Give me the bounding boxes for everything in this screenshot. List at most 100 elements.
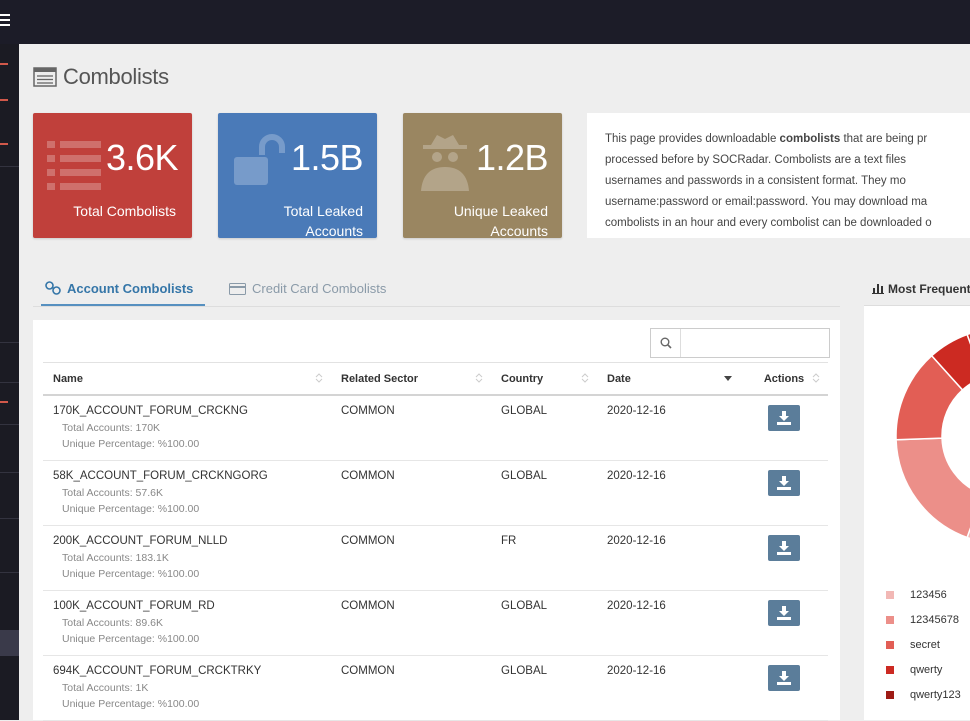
search-box <box>650 328 830 358</box>
total-accounts: Total Accounts: 1K <box>62 682 149 694</box>
legend-label: secret <box>910 638 940 651</box>
info-line: This page provides downloadable combolis… <box>605 129 970 150</box>
stat-label-line: Total Leaked <box>283 203 363 219</box>
list-icon <box>33 67 57 87</box>
table-row: 170K_ACCOUNT_FORUM_CRCKNG Total Accounts… <box>43 395 828 461</box>
table-row: 694K_ACCOUNT_FORUM_CRCKTRKY Total Accoun… <box>43 655 828 721</box>
legend-swatch <box>886 665 894 674</box>
info-line: combolists in an hour and every combolis… <box>605 217 932 229</box>
bar-chart-icon <box>872 284 884 294</box>
stat-label: Unique Leaked Accounts <box>454 201 548 238</box>
cell-actions <box>740 395 828 461</box>
column-header-actions[interactable]: Actions <box>740 362 828 396</box>
column-header-date[interactable]: Date <box>597 362 740 396</box>
column-label: Name <box>53 372 83 385</box>
cell-date: 2020-12-16 <box>597 460 740 526</box>
legend-item[interactable]: qwerty123 <box>886 682 961 707</box>
tab-account-combolists[interactable]: Account Combolists <box>41 272 206 306</box>
total-accounts: Total Accounts: 183.1K <box>62 552 169 564</box>
table-row: 58K_ACCOUNT_FORUM_CRCKNGORG Total Accoun… <box>43 460 828 526</box>
total-accounts: Total Accounts: 57.6K <box>62 487 163 499</box>
download-button[interactable] <box>768 535 800 561</box>
cell-date: 2020-12-16 <box>597 525 740 591</box>
download-button[interactable] <box>768 405 800 431</box>
stat-card-total-leaked: 1.5B Total Leaked Accounts <box>218 113 377 238</box>
stat-card-unique-leaked: 1.2B Unique Leaked Accounts <box>403 113 562 238</box>
cell-sector: COMMON <box>331 460 491 526</box>
link-icon <box>45 281 61 295</box>
legend-item[interactable]: qwerty <box>886 657 961 682</box>
menu-icon[interactable] <box>0 14 10 28</box>
unique-percentage: Unique Percentage: %100.00 <box>62 633 200 645</box>
download-button[interactable] <box>768 600 800 626</box>
download-button[interactable] <box>768 665 800 691</box>
combolist-name: 170K_ACCOUNT_FORUM_CRCKNG <box>53 405 248 417</box>
sidebar-item-marker[interactable] <box>0 401 8 403</box>
legend-swatch <box>886 690 894 699</box>
cell-country: GLOBAL <box>491 395 597 461</box>
combolist-name: 200K_ACCOUNT_FORUM_NLLD <box>53 535 228 547</box>
page-header: Combolists <box>33 64 169 90</box>
top-bar <box>0 0 970 44</box>
stat-value: 1.5B <box>290 137 364 178</box>
stat-label-line: Unique Leaked <box>453 203 548 219</box>
donut-chart <box>895 332 970 540</box>
sidebar-divider <box>0 572 19 573</box>
legend-swatch <box>886 590 894 599</box>
sidebar-item-active[interactable] <box>0 630 19 656</box>
cell-actions <box>740 460 828 526</box>
info-text: This page provides downloadable <box>605 133 780 145</box>
donut-slice-12345678[interactable] <box>895 437 970 539</box>
stat-card-total-combolists: 3.6K Total Combolists <box>33 113 192 238</box>
chart-legend: 123456 12345678 secret qwerty qwerty123 <box>886 582 961 707</box>
download-icon <box>777 476 791 490</box>
sidebar-divider <box>0 472 19 473</box>
table-header-row: Name Related Sector Country Date Actions <box>43 362 828 396</box>
column-label: Date <box>607 372 631 385</box>
sidebar-item-marker[interactable] <box>0 99 8 101</box>
cell-sector: COMMON <box>331 525 491 591</box>
sidebar-divider <box>0 342 19 343</box>
cell-country: FR <box>491 525 597 591</box>
tab-label: Account Combolists <box>67 280 194 296</box>
sidebar-item-marker[interactable] <box>0 63 8 65</box>
info-line: processed before by SOCRadar. Combolists… <box>605 154 907 166</box>
legend-label: qwerty <box>910 663 943 676</box>
sidebar <box>0 44 19 720</box>
legend-swatch <box>886 640 894 649</box>
unique-percentage: Unique Percentage: %100.00 <box>62 503 200 515</box>
tab-bar: Account Combolists Credit Card Combolist… <box>33 272 840 307</box>
info-line: username:password or email:password. You… <box>605 196 928 208</box>
info-panel: This page provides downloadable combolis… <box>587 113 970 238</box>
tab-most-frequent[interactable]: Most Frequent <box>864 272 970 306</box>
column-label: Country <box>501 372 544 385</box>
sort-icon <box>581 373 589 383</box>
column-header-country[interactable]: Country <box>491 362 597 396</box>
legend-item[interactable]: secret <box>886 632 961 657</box>
sidebar-divider <box>0 424 19 425</box>
download-icon <box>777 411 791 425</box>
cell-sector: COMMON <box>331 395 491 461</box>
legend-item[interactable]: 123456 <box>886 582 961 607</box>
search-input[interactable] <box>683 332 827 354</box>
cell-name: 200K_ACCOUNT_FORUM_NLLD Total Accounts: … <box>43 525 331 591</box>
sidebar-item-marker[interactable] <box>0 143 8 145</box>
download-icon <box>777 606 791 620</box>
sidebar-divider <box>0 518 19 519</box>
combolist-table-panel: Name Related Sector Country Date Actions <box>33 320 840 721</box>
column-header-name[interactable]: Name <box>43 362 331 396</box>
legend-label: 12345678 <box>910 613 959 626</box>
tab-label: Credit Card Combolists <box>252 281 387 296</box>
sidebar-divider <box>0 166 19 167</box>
legend-item[interactable]: 12345678 <box>886 607 961 632</box>
tab-credit-card-combolists[interactable]: Credit Card Combolists <box>229 272 386 305</box>
info-line: usernames and passwords in a consistent … <box>605 175 906 187</box>
stat-label: Total Combolists <box>73 201 176 221</box>
cell-country: GLOBAL <box>491 460 597 526</box>
sidebar-divider <box>0 382 19 383</box>
download-icon <box>777 671 791 685</box>
unique-percentage: Unique Percentage: %100.00 <box>62 568 200 580</box>
download-button[interactable] <box>768 470 800 496</box>
column-header-sector[interactable]: Related Sector <box>331 362 491 396</box>
spy-icon <box>421 135 469 191</box>
